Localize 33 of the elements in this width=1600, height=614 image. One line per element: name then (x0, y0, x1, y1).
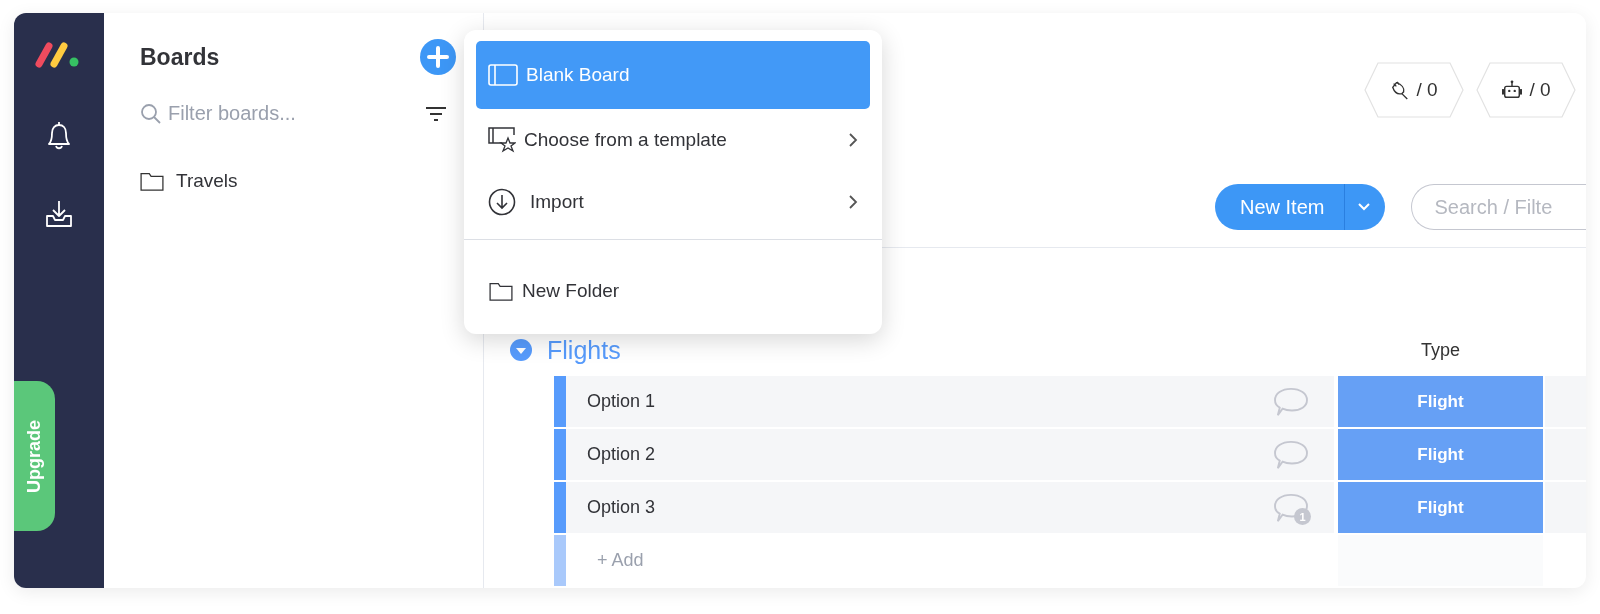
item-name-cell[interactable]: Option 1 (566, 376, 1272, 427)
group-color-bar (554, 429, 566, 480)
counter-badge[interactable]: / 0 (1476, 62, 1576, 118)
filter-icon[interactable] (425, 104, 447, 123)
menu-item[interactable]: Choose from a template (476, 109, 870, 171)
menu-item[interactable]: Import (476, 171, 870, 233)
download-icon (488, 188, 516, 216)
group-color-bar (554, 376, 566, 427)
plug-icon (1390, 80, 1411, 100)
comment-count-badge: 1 (1294, 508, 1311, 525)
folder-icon (140, 171, 164, 191)
board-icon (488, 64, 518, 86)
robot-icon (1501, 80, 1524, 100)
search-field[interactable]: Search / Filte (1411, 184, 1586, 230)
chevron-right-icon (848, 194, 858, 210)
item-name-cell[interactable]: Option 2 (566, 429, 1272, 480)
folder-icon (488, 281, 514, 301)
item-name-cell[interactable]: Option 3 (566, 482, 1272, 533)
template-icon (488, 127, 516, 153)
group-color-bar (554, 482, 566, 533)
add-icon[interactable] (420, 39, 456, 75)
menu-item[interactable]: New Folder (476, 260, 870, 322)
folder-item[interactable]: Travels (140, 170, 447, 192)
group-color-bar (554, 535, 566, 586)
caret-icon[interactable] (1357, 202, 1372, 212)
bell-icon[interactable] (45, 121, 73, 151)
column-header: Type (1420, 339, 1461, 361)
collapse-icon[interactable] (509, 338, 533, 362)
panel-title: Boards (140, 43, 220, 71)
counter-badge[interactable]: / 0 (1364, 62, 1464, 118)
search-icon (140, 102, 162, 125)
inbox-download-icon[interactable] (44, 199, 74, 229)
chevron-right-icon (848, 132, 858, 148)
